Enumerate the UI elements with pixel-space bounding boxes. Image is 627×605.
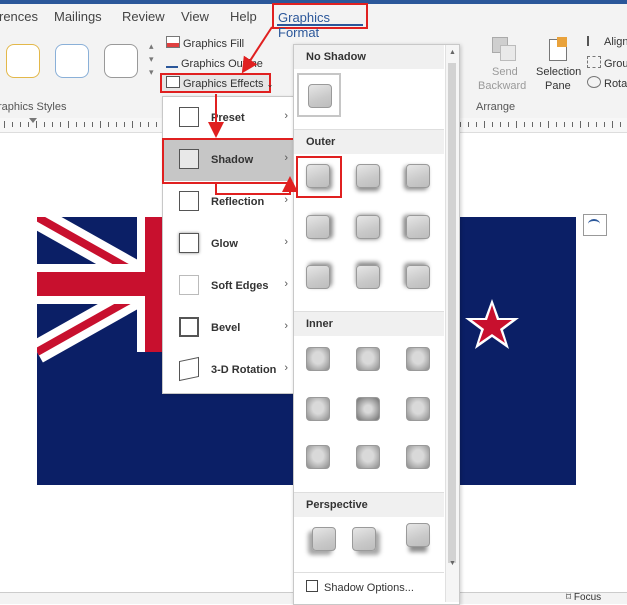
arrow-to-effects [241,26,273,74]
annotation-arrows [208,26,298,195]
arrow-to-outer-option [215,176,298,195]
